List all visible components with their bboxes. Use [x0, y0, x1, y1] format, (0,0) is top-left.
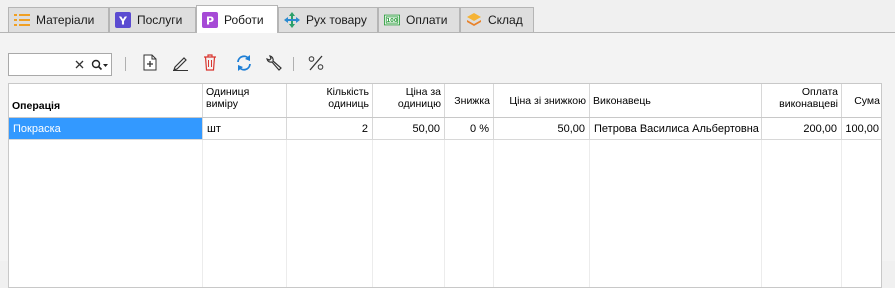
cell-unit[interactable]: шт [203, 118, 287, 139]
column-header-operation[interactable]: Операція [9, 84, 203, 117]
tab-warehouse-label: Склад [488, 13, 523, 27]
cell-operation[interactable]: Покраска [9, 118, 203, 139]
column-header-performer-payment[interactable]: Оплата виконавцеві [762, 84, 842, 117]
edit-button[interactable] [169, 53, 191, 75]
search-box [8, 53, 112, 76]
table-row[interactable]: Покраска шт 2 50,00 0 % 50,00 Петрова Ва… [9, 118, 881, 140]
column-header-discount[interactable]: Знижка [445, 84, 494, 117]
settings-wrench-icon [265, 54, 283, 75]
add-button[interactable] [139, 53, 161, 75]
clear-search-icon[interactable] [72, 57, 86, 72]
settings-button[interactable] [263, 53, 285, 75]
works-table: Операція Одиниця виміру Кількість одиниц… [8, 83, 882, 288]
edit-pencil-icon [172, 54, 189, 74]
svg-text:100: 100 [386, 18, 397, 24]
column-header-unit-price[interactable]: Ціна за одиницю [373, 84, 445, 117]
tab-materials-label: Матеріали [36, 13, 95, 27]
table-header: Операція Одиниця виміру Кількість одиниц… [9, 84, 881, 118]
payment-icon: 100 [384, 12, 400, 28]
cell-sum[interactable]: 100,00 [842, 118, 881, 139]
refresh-button[interactable] [233, 53, 255, 75]
column-header-quantity[interactable]: Кількість одиниць [287, 84, 373, 117]
column-header-unit[interactable]: Одиниця виміру [203, 84, 287, 117]
refresh-icon [235, 54, 253, 75]
list-icon [14, 12, 30, 28]
cell-performer[interactable]: Петрова Василиса Альбертовна [590, 118, 762, 139]
move-arrows-icon [284, 12, 300, 28]
toolbar-separator [293, 57, 294, 71]
svg-text:Y: Y [118, 15, 128, 28]
delete-trash-icon [203, 54, 217, 74]
tab-works[interactable]: P Роботи [196, 5, 278, 33]
column-header-sum[interactable]: Сума [842, 84, 881, 117]
delete-button[interactable] [199, 53, 221, 75]
svg-text:P: P [206, 14, 214, 27]
tab-materials[interactable]: Матеріали [8, 7, 109, 32]
tab-services[interactable]: Y Послуги [109, 7, 196, 32]
cell-performer-payment[interactable]: 200,00 [762, 118, 842, 139]
column-header-performer[interactable]: Виконавець [590, 84, 762, 117]
percent-icon [307, 55, 325, 74]
cell-quantity[interactable]: 2 [287, 118, 373, 139]
tab-bar: Матеріали Y Послуги P Роботи Рух товару … [0, 0, 895, 34]
cell-unit-price[interactable]: 50,00 [373, 118, 445, 139]
tab-payments-label: Оплати [406, 13, 448, 27]
column-header-discounted-price[interactable]: Ціна зі знижкою [494, 84, 590, 117]
tab-services-label: Послуги [137, 13, 183, 27]
tab-payments[interactable]: 100 Оплати [378, 7, 460, 32]
toolbar-separator [125, 57, 126, 71]
tab-works-label: Роботи [224, 12, 264, 27]
works-icon: P [202, 11, 218, 28]
add-icon [143, 54, 157, 74]
search-icon[interactable] [91, 57, 111, 72]
cell-discounted-price[interactable]: 50,00 [494, 118, 590, 139]
tab-goods-movement-label: Рух товару [306, 13, 367, 27]
search-input[interactable] [12, 57, 70, 72]
services-icon: Y [115, 12, 131, 28]
works-panel: Операція Одиниця виміру Кількість одиниц… [0, 33, 895, 288]
tab-goods-movement[interactable]: Рух товару [278, 7, 378, 32]
cell-discount[interactable]: 0 % [445, 118, 494, 139]
tab-warehouse[interactable]: Склад [460, 7, 534, 32]
warehouse-layers-icon [466, 12, 482, 28]
discount-button[interactable] [305, 53, 327, 75]
